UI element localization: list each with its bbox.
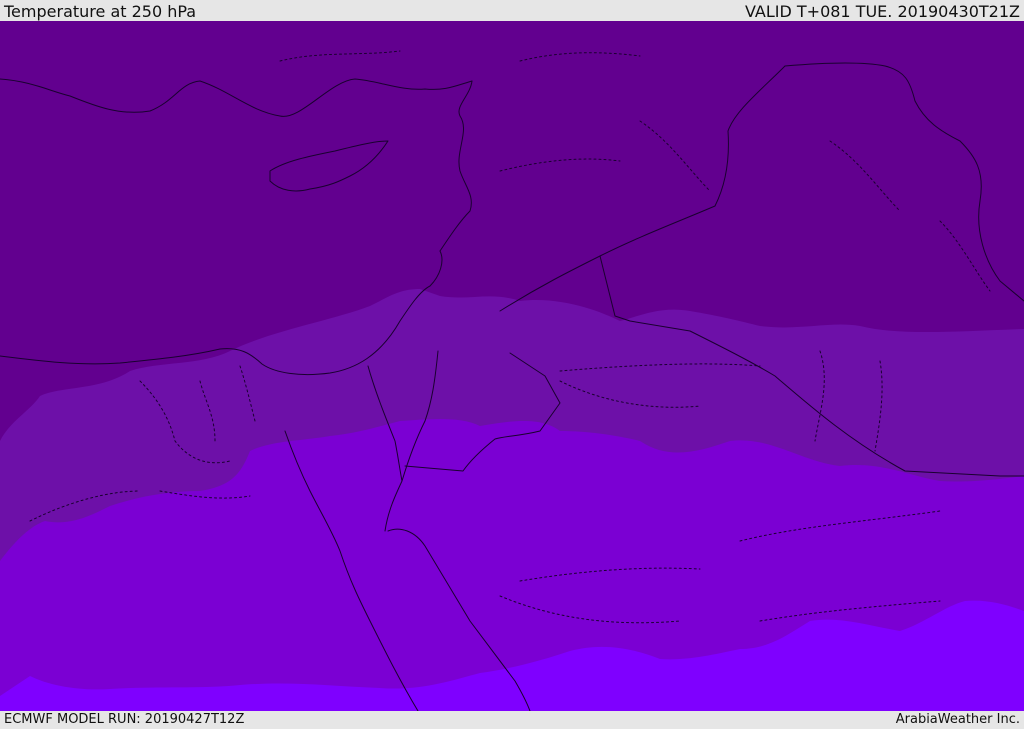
map-header: Temperature at 250 hPa VALID T+081 TUE. … xyxy=(0,0,1024,21)
valid-time: VALID T+081 TUE. 20190430T21Z xyxy=(744,2,1020,21)
map-footer: ECMWF MODEL RUN: 20190427T12Z ArabiaWeat… xyxy=(0,711,1024,729)
map-title: Temperature at 250 hPa xyxy=(4,2,197,21)
model-run: ECMWF MODEL RUN: 20190427T12Z xyxy=(4,712,245,727)
credit-label: ArabiaWeather Inc. xyxy=(895,712,1020,727)
map-canvas xyxy=(0,21,1024,711)
weather-map xyxy=(0,21,1024,711)
